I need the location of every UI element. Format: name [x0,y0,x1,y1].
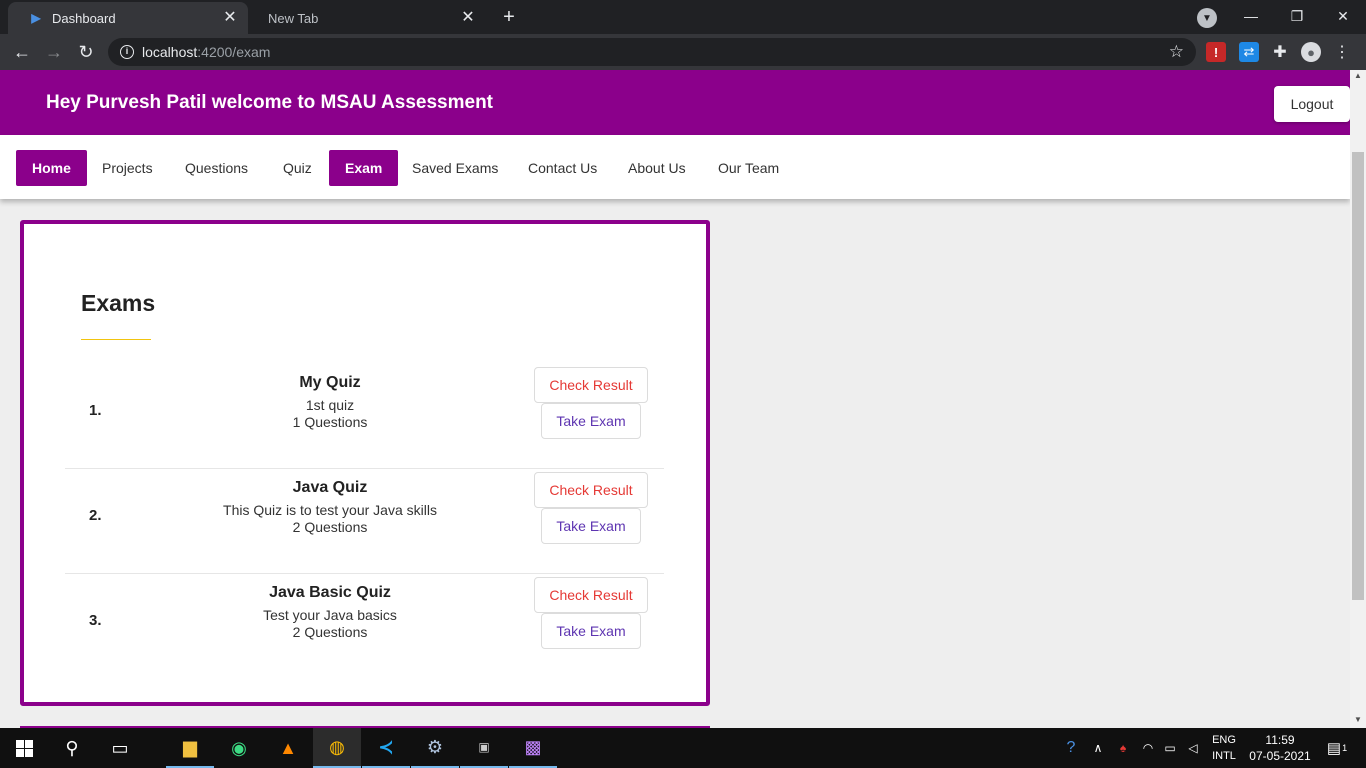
profile-avatar-icon[interactable]: ● [1301,42,1321,62]
app-icon[interactable]: ▩ [509,728,557,768]
browser-menu-icon[interactable]: ⋮ [1332,42,1352,62]
check-result-button[interactable]: Check Result [534,472,648,508]
tab-dashboard[interactable]: ▶ Dashboard ✕ [8,2,248,34]
take-exam-button[interactable]: Take Exam [541,508,641,544]
exam-description: 1st quiz [305,397,355,413]
app-header: Hey Purvesh Patil welcome to MSAU Assess… [0,70,1366,135]
language-indicator[interactable]: ENG INTL [1206,732,1242,764]
reload-button[interactable]: ↻ [74,40,98,64]
notifications-icon[interactable]: ▤ 1 [1322,728,1352,768]
tab-title: New Tab [268,10,319,26]
take-exam-button[interactable]: Take Exam [541,613,641,649]
nav-projects[interactable]: Projects [86,150,169,186]
exams-card: Exams 1. My Quiz 1st quiz 1 Questions Ch… [20,220,710,706]
vscode-icon[interactable]: ≺ [362,728,410,768]
windows-start-icon[interactable] [0,728,48,768]
new-tab-button[interactable]: + [498,6,520,28]
url-host: localhost [142,44,198,60]
exam-question-count: 1 Questions [292,414,368,430]
settings-gear-icon[interactable]: ⚙ [411,728,459,768]
app-favicon-icon: ▶ [31,11,41,25]
nav-questions[interactable]: Questions [169,150,264,186]
exam-row: 2. Java Quiz This Quiz is to test your J… [65,469,664,574]
windows-taskbar: ⚲ ▭ ▆ ◉ ▲ ◍ ≺ ⚙ ▣ ▩ ? ∧ ♠ ◠ ▭ ◁ ENG INTL … [0,728,1366,768]
shield-extension-icon[interactable]: ! [1206,42,1226,62]
scroll-up-icon[interactable]: ▲ [1350,70,1366,82]
clock-time: 11:59 [1265,733,1295,747]
take-exam-button[interactable]: Take Exam [541,403,641,439]
check-result-button[interactable]: Check Result [534,577,648,613]
url-path: :4200/exam [197,44,271,60]
welcome-title: Hey Purvesh Patil welcome to MSAU Assess… [46,92,494,113]
exam-number: 2. [89,507,102,524]
scrollbar-thumb[interactable] [1352,152,1364,600]
help-icon[interactable]: ? [1060,728,1082,768]
exam-number: 3. [89,612,102,629]
nav-quiz[interactable]: Quiz [267,150,328,186]
tab-new-tab[interactable]: New Tab ✕ [248,2,486,34]
chrome-icon[interactable]: ◍ [313,728,361,768]
tab-strip: ▶ Dashboard ✕ New Tab ✕ + ▼ — ❐ ✕ [0,0,1366,34]
close-tab-icon[interactable]: ✕ [460,10,476,26]
exam-row: 1. My Quiz 1st quiz 1 Questions Check Re… [65,364,664,469]
nav-about-us[interactable]: About Us [612,150,702,186]
tab-search-icon[interactable]: ▼ [1197,8,1217,28]
address-bar[interactable]: i localhost:4200/exam ☆ [108,38,1196,66]
language-code: ENG [1212,734,1236,746]
exam-name: Java Basic Quiz [269,584,391,601]
logout-button[interactable]: Logout [1274,86,1350,122]
main-nav: Home Projects Questions Quiz Exam Saved … [0,135,1350,199]
close-window-button[interactable]: ✕ [1320,0,1366,32]
browser-chrome: ▶ Dashboard ✕ New Tab ✕ + ▼ — ❐ ✕ ← → ↻ … [0,0,1366,70]
close-tab-icon[interactable]: ✕ [222,10,238,26]
check-result-button[interactable]: Check Result [534,367,648,403]
acrobat-icon[interactable]: ♠ [1113,728,1133,768]
scroll-down-icon[interactable]: ▼ [1350,714,1366,726]
site-info-icon[interactable]: i [120,45,134,59]
file-explorer-icon[interactable]: ▆ [166,728,214,768]
android-studio-icon[interactable]: ◉ [215,728,263,768]
exam-info: Java Basic Quiz Test your Java basics 2 … [170,584,490,641]
back-button[interactable]: ← [10,40,34,64]
extensions-puzzle-icon[interactable]: ✚ [1270,42,1290,62]
keyboard-layout: INTL [1212,750,1236,762]
clock-date: 07-05-2021 [1249,749,1311,763]
exam-number: 1. [89,402,102,419]
exam-description: This Quiz is to test your Java skills [223,502,437,518]
restore-button[interactable]: ❐ [1274,0,1320,32]
terminal-icon[interactable]: ▣ [460,728,508,768]
battery-icon[interactable]: ▭ [1160,728,1180,768]
search-icon[interactable]: ⚲ [48,728,96,768]
task-view-icon[interactable]: ▭ [96,728,144,768]
translate-extension-icon[interactable]: ⇄ [1239,42,1259,62]
exam-row: 3. Java Basic Quiz Test your Java basics… [65,574,664,679]
section-title: Exams [81,290,156,316]
nav-saved-exams[interactable]: Saved Exams [396,150,514,186]
bookmark-star-icon[interactable]: ☆ [1169,42,1184,62]
nav-home[interactable]: Home [16,150,87,186]
nav-contact-us[interactable]: Contact Us [512,150,613,186]
exam-name: My Quiz [299,374,361,391]
exam-info: Java Quiz This Quiz is to test your Java… [170,479,490,536]
nav-our-team[interactable]: Our Team [702,150,795,186]
exam-name: Java Quiz [292,479,368,496]
exam-question-count: 2 Questions [292,624,368,640]
wifi-icon[interactable]: ◠ [1138,728,1158,768]
forward-button[interactable]: → [42,40,66,64]
chevron-up-icon[interactable]: ∧ [1090,728,1106,768]
title-underline [81,339,151,340]
nav-exam[interactable]: Exam [329,150,399,186]
vlc-icon[interactable]: ▲ [264,728,312,768]
page-scrollbar[interactable]: ▲ ▼ [1350,70,1366,728]
exam-info: My Quiz 1st quiz 1 Questions [170,374,490,431]
volume-icon[interactable]: ◁ [1183,728,1203,768]
notification-count: 1 [1342,743,1348,753]
page-viewport: Hey Purvesh Patil welcome to MSAU Assess… [0,70,1366,728]
browser-toolbar: ← → ↻ i localhost:4200/exam ☆ [0,34,1366,70]
exam-question-count: 2 Questions [292,519,368,535]
exam-description: Test your Java basics [263,607,397,623]
tab-title: Dashboard [52,10,116,26]
clock[interactable]: 11:59 07-05-2021 [1242,732,1318,764]
minimize-button[interactable]: — [1228,0,1274,32]
